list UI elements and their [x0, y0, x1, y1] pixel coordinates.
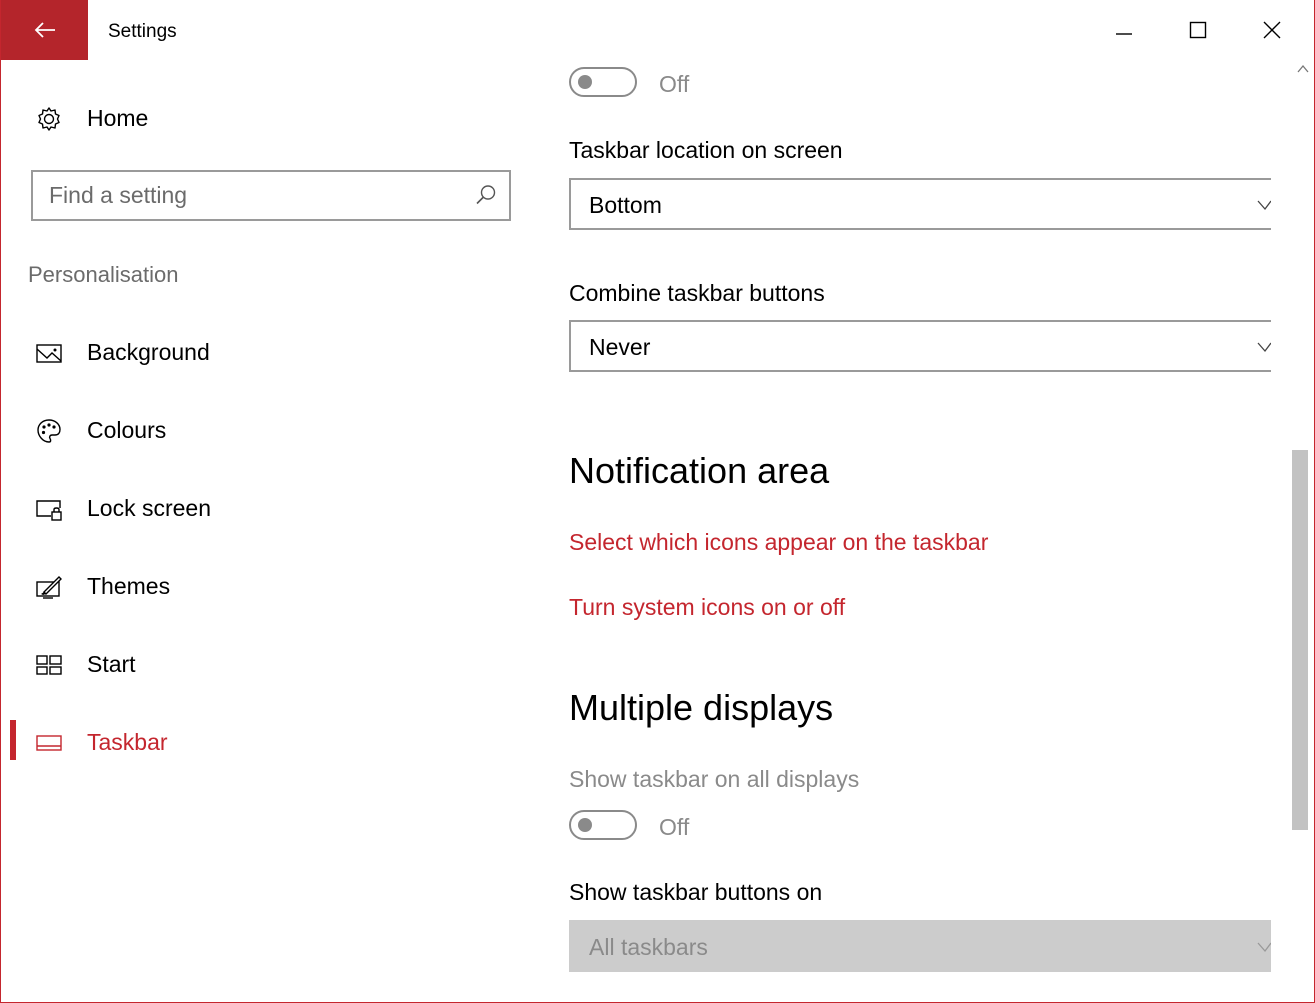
title-bar: Settings	[1, 0, 1314, 60]
chevron-up-icon[interactable]	[1297, 64, 1309, 74]
sidebar-item-themes[interactable]: Themes	[1, 556, 541, 616]
maximize-button[interactable]	[1161, 0, 1234, 60]
top-toggle-state: Off	[659, 71, 690, 97]
close-icon	[1263, 21, 1280, 39]
buttons-on-dropdown[interactable]: All taskbars	[569, 920, 1271, 972]
settings-window: Settings Home Find a setting Personalisa…	[0, 0, 1315, 1003]
minimize-button[interactable]	[1087, 0, 1160, 60]
window-title: Settings	[108, 21, 177, 42]
show-all-displays-toggle[interactable]	[569, 810, 641, 844]
select-icons-link[interactable]: Select which icons appear on the taskbar	[569, 529, 988, 556]
multiple-displays-heading: Multiple displays	[569, 687, 834, 728]
lock-screen-icon	[36, 500, 62, 521]
active-indicator	[10, 720, 16, 760]
close-button[interactable]	[1235, 0, 1308, 60]
search-input[interactable]	[33, 172, 469, 219]
palette-icon	[37, 419, 61, 443]
dropdown-value: All taskbars	[589, 934, 708, 960]
show-all-displays-state: Off	[659, 814, 690, 840]
taskbar-location-label: Taskbar location on screen	[569, 137, 843, 163]
top-toggle[interactable]	[569, 67, 641, 101]
sidebar-item-label: Home	[87, 105, 149, 131]
dropdown-value: Bottom	[589, 192, 662, 218]
toggle-knob	[578, 75, 592, 89]
brush-icon	[36, 576, 62, 599]
taskbar-icon	[36, 735, 62, 751]
sidebar-item-colours[interactable]: Colours	[1, 400, 541, 460]
chevron-down-icon	[1257, 200, 1271, 211]
maximize-icon	[1189, 21, 1206, 39]
sidebar-item-label: Start	[87, 651, 136, 677]
sidebar-item-taskbar[interactable]: Taskbar	[1, 712, 541, 772]
system-icons-link[interactable]: Turn system icons on or off	[569, 594, 845, 621]
arrow-left-icon	[34, 22, 55, 38]
notification-area-heading: Notification area	[569, 450, 830, 491]
buttons-on-label: Show taskbar buttons on	[569, 879, 823, 905]
combine-buttons-label: Combine taskbar buttons	[569, 280, 825, 306]
main-content: Off Taskbar location on screen Bottom Co…	[541, 60, 1291, 1002]
sidebar-item-label: Colours	[87, 417, 167, 443]
combine-buttons-dropdown[interactable]: Never	[569, 320, 1271, 372]
dropdown-value: Never	[589, 334, 651, 360]
sidebar-item-home[interactable]: Home	[1, 88, 541, 148]
show-all-displays-label: Show taskbar on all displays	[569, 766, 860, 792]
sidebar: Home Personalisation Background	[1, 60, 541, 1002]
sidebar-item-lock-screen[interactable]: Lock screen	[1, 478, 541, 538]
vertical-scrollbar[interactable]	[1291, 60, 1314, 1002]
chevron-down-icon	[1257, 342, 1271, 353]
section-label: Personalisation	[28, 262, 179, 287]
toggle-knob	[578, 818, 592, 832]
picture-icon	[36, 344, 62, 363]
taskbar-location-dropdown[interactable]: Bottom	[569, 178, 1271, 230]
gear-icon	[38, 107, 60, 131]
search-icon[interactable]	[475, 184, 497, 206]
scrollbar-thumb[interactable]	[1292, 450, 1308, 830]
start-tiles-icon	[36, 655, 62, 675]
search-box	[31, 170, 511, 221]
back-button[interactable]	[1, 0, 88, 60]
sidebar-item-label: Taskbar	[87, 729, 168, 755]
sidebar-item-label: Background	[87, 339, 210, 365]
sidebar-item-start[interactable]: Start	[1, 634, 541, 694]
minimize-icon	[1115, 33, 1132, 35]
sidebar-item-background[interactable]: Background	[1, 322, 541, 382]
sidebar-item-label: Themes	[87, 573, 171, 599]
sidebar-item-label: Lock screen	[87, 495, 212, 521]
chevron-down-icon	[1257, 942, 1271, 953]
